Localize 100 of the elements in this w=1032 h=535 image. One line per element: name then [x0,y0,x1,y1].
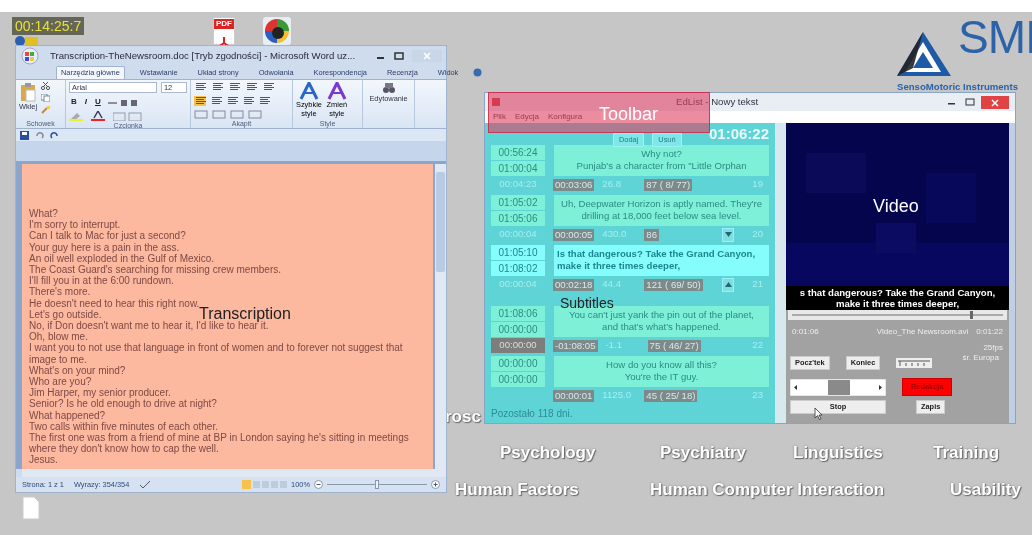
background-text: Training [933,442,1000,464]
transcript-line: Let's go outside. [29,308,102,321]
change-styles-icon[interactable] [325,82,348,100]
offset-text: 00:00:05 [553,228,595,241]
app-icon [491,97,501,107]
office-button-icon[interactable] [20,47,40,65]
transcript-line: Oh, blow me. [29,331,88,343]
offset-text: -01:08:05 [553,339,598,352]
annotation-label: Toolbar [599,104,659,124]
char-count: 75 ( 46/ 27) [647,339,701,352]
maximize-icon[interactable] [965,97,975,107]
rate-text: 26.8 [602,177,623,192]
mouse-pointer-icon [814,407,823,420]
vertical-scrollbar[interactable] [435,164,446,469]
transcript-line: He doesn't need to hear this right now. [29,297,200,309]
video-subtitle: s that dangerous? Take the Grand Canyon, make it three times deeper, [786,286,1009,310]
char-count: 87 ( 8/ 77) [644,178,693,191]
slider-thumb[interactable] [375,480,379,489]
pdf-file-icon[interactable]: PDF [213,17,235,45]
scroll-button[interactable] [722,277,735,292]
down-arrow-icon [724,232,732,237]
duration-text: 00:00:04 [498,277,538,292]
total-time: 0:01:22 [976,326,1003,338]
transcript-line: There's more. [29,286,91,298]
triangle-logo-icon [895,30,953,78]
start-time-field[interactable]: 01:05:10 [491,245,545,260]
icon-label: PDF [214,19,234,29]
zoom-in-icon[interactable] [431,480,440,489]
transcript-line: The Coast Guard's searching for missing crew members. [29,264,281,276]
transcript-line: Your guy here is a pain in the ass. [29,241,180,253]
annotation-label: Video [873,196,919,216]
file-name: Video_The Newsroom.avi [876,326,969,338]
offset-text: 00:03:06 [553,178,595,191]
fps-text: 25fps [983,342,1003,354]
transcript-line: Jesus. [29,454,58,466]
transcript-line: Senior? Is he old enough to drive at night? [29,398,217,410]
colorful-app-icon[interactable] [262,16,292,46]
save-icon[interactable] [20,130,29,140]
transcript-line: I'll fill you in at the 6:00 rundown. [29,275,174,287]
clock-display: 01:06:22 [708,124,769,142]
redo-icon[interactable] [50,130,59,140]
seek-slider[interactable] [788,310,1007,320]
slider-thumb[interactable] [969,311,973,319]
entry-number: 21 [752,277,764,292]
format-button[interactable]: U [93,97,103,107]
transcript-line: An oil well exploded in the Gulf of Mexico. [29,252,215,264]
char-count: 86 [644,228,660,241]
trial-remaining-text: Pozostało 118 dni. [491,407,574,421]
up-arrow-icon [724,282,732,287]
timer-display: 00:14:25:7 [12,17,85,35]
transcript-line: Two calls within five minutes of each other. [29,420,218,433]
window-title: EdList - Nowy tekst [676,94,759,109]
logo-text: SMI [958,12,1032,62]
align-left-icon[interactable] [194,96,206,106]
rate-text: 44.4 [602,277,623,292]
transcript-line: What? [29,208,58,220]
spelling-check-icon[interactable] [139,480,152,489]
char-count: 121 ( 69/ 50) [644,278,703,291]
horizontal-scrollbar[interactable] [22,469,446,477]
end-time-field[interactable]: 01:08:02 [491,261,545,276]
vertical-scrollbar[interactable] [775,123,786,423]
format-button[interactable]: B [69,97,79,107]
scroll-button[interactable] [722,227,735,242]
rate-text: 1125.0 [602,388,632,403]
horizontal-scrollbar[interactable] [790,378,886,396]
duration-text: 00:00:04 [498,227,538,242]
subtitle-text-field[interactable]: Is that dangerous? Take the Grand Canyon, make it three times deeper, [554,245,769,276]
zoom-out-icon[interactable] [314,480,323,489]
entry-number: 22 [752,338,764,353]
entry-number: 23 [752,388,764,403]
format-button[interactable]: I [82,97,89,107]
transcript-line: I want you to not use that language in front of women and to forever not suggest that image to me. [29,342,404,365]
scissors-icon[interactable] [41,82,51,90]
binoculars-icon[interactable] [381,82,396,94]
offset-text: 00:02:18 [553,278,595,291]
entry-number: 19 [752,177,764,192]
transcript-line: Jim Harper, my senior producer. [29,387,171,399]
quick-styles-icon[interactable] [297,82,320,100]
transcript-line: What's on your mind? [29,364,126,377]
window-title: Transcription-TheNewsroom.doc [Tryb zgodności] - Microsoft Word uz... [50,48,356,63]
zoom-slider[interactable] [327,480,427,489]
app-shortcut-icon[interactable] [14,35,40,47]
current-time: 0:01:06 [792,326,819,338]
char-count: 45 ( 25/ 18) [644,389,698,402]
undo-icon[interactable] [35,130,44,140]
transcript-line: Who are you? [29,376,92,388]
font-color-icon[interactable] [91,111,105,121]
transcript-line: Can I talk to Mac for just a second? [29,230,186,242]
logo-tagline: SensoMotoric Instruments [897,80,1018,94]
maximize-icon[interactable] [394,51,404,61]
timezone-text: śr. Europa [962,352,999,364]
transcript-line: The first one was from a friend of mine at BP in London saying he's sitting in meetings where they don't know how to cap the well. [29,432,410,455]
background-text: Psychology [500,442,596,464]
background-text: Human Factors [455,479,579,501]
background-text: Linguistics [793,442,883,464]
offset-text: 00:00:01 [553,389,595,402]
close-icon[interactable] [981,95,1009,109]
clipboard-icon[interactable] [19,82,38,102]
duration-text: 00:00:00 [491,338,545,353]
background-text: Psychiatry [660,442,746,464]
